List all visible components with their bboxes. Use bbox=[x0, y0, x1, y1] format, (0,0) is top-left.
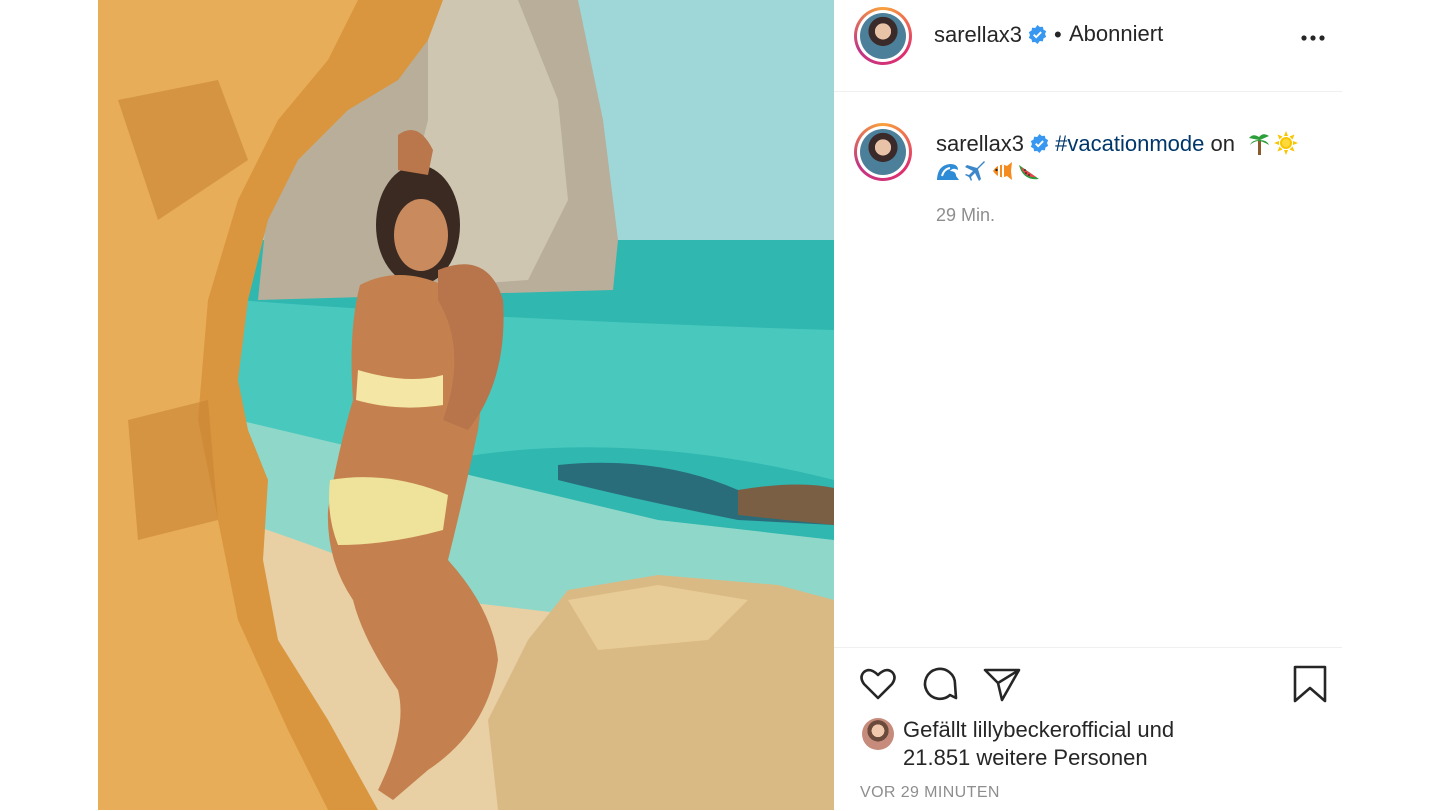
comment-icon[interactable] bbox=[920, 664, 960, 704]
follow-status-button[interactable]: Abonniert bbox=[1069, 21, 1163, 47]
separator-dot: • bbox=[1054, 22, 1062, 47]
caption-text: on bbox=[1204, 131, 1235, 156]
wave-emoji bbox=[937, 164, 959, 180]
post-actions: Gefällt lillybeckerofficial und 21.851 w… bbox=[834, 647, 1342, 811]
avatar[interactable] bbox=[854, 7, 912, 65]
verified-badge-icon bbox=[1028, 25, 1047, 44]
heart-icon[interactable] bbox=[858, 664, 898, 704]
caption-time[interactable]: 29 Min. bbox=[936, 205, 995, 226]
hashtag-link[interactable]: #vacationmode bbox=[1055, 131, 1204, 156]
bookmark-icon[interactable] bbox=[1290, 664, 1330, 704]
post-photo[interactable] bbox=[98, 0, 834, 810]
likes-conj: und bbox=[1137, 717, 1175, 742]
post-header: sarellax3 • Abonniert bbox=[834, 0, 1342, 92]
post-timestamp[interactable]: VOR 29 MINUTEN bbox=[860, 784, 1000, 802]
likes-prefix: Gefällt bbox=[903, 717, 967, 742]
caption-avatar-image bbox=[860, 129, 906, 175]
likes-count-link[interactable]: 21.851 weitere Personen bbox=[903, 745, 1148, 770]
caption: sarellax3 #vacationmode on bbox=[936, 130, 1326, 186]
palm-tree-emoji bbox=[1249, 134, 1270, 155]
send-icon[interactable] bbox=[982, 664, 1022, 704]
header-username[interactable]: sarellax3 bbox=[934, 22, 1047, 48]
caption-avatar[interactable] bbox=[854, 123, 912, 181]
post-side-panel: sarellax3 • Abonniert sarellax3 #vacatio… bbox=[834, 0, 1342, 810]
caption-username[interactable]: sarellax3 bbox=[936, 131, 1024, 156]
sun-emoji bbox=[1274, 131, 1299, 155]
avatar-image bbox=[860, 13, 906, 59]
liker-avatar[interactable] bbox=[862, 718, 894, 750]
likes-summary: Gefällt lillybeckerofficial und 21.851 w… bbox=[903, 716, 1174, 772]
username-text[interactable]: sarellax3 bbox=[934, 22, 1022, 47]
verified-badge-icon bbox=[1030, 134, 1049, 153]
more-options-icon[interactable] bbox=[1298, 24, 1328, 52]
fish-emoji bbox=[993, 162, 1012, 180]
airplane-emoji bbox=[965, 161, 985, 181]
liker-username[interactable]: lillybeckerofficial bbox=[973, 717, 1132, 742]
watermelon-emoji bbox=[1019, 165, 1039, 180]
